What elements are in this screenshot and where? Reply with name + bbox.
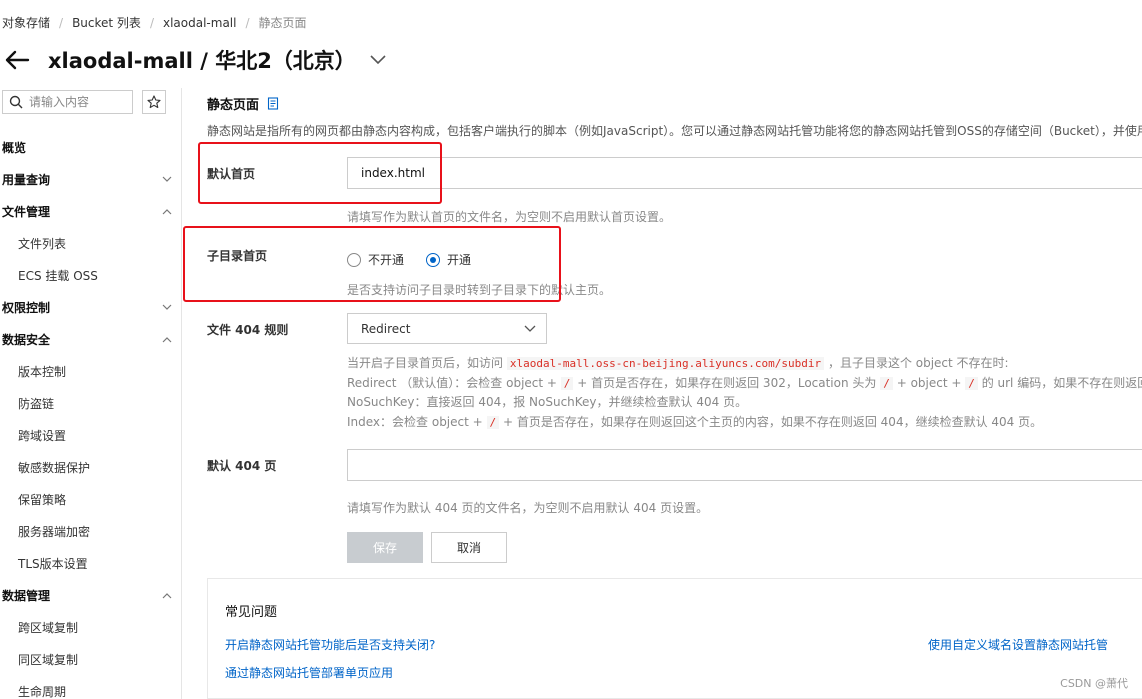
radio-enable[interactable]: 开通 — [426, 251, 471, 268]
default-404-hint: 请填写作为默认 404 页的文件名，为空则不启用默认 404 页设置。 — [347, 501, 709, 515]
sidebar-item-label: 防盗链 — [18, 396, 55, 411]
chevron-down-icon — [162, 176, 172, 182]
breadcrumb-separator: / — [59, 15, 64, 30]
favorite-button[interactable] — [142, 90, 166, 114]
sidebar-item-label: 数据管理 — [2, 588, 51, 603]
faq-title: 常见问题 — [225, 605, 278, 620]
subdir-index-hint: 是否支持访问子目录时转到子目录下的默认主页。 — [347, 283, 612, 297]
sidebar-item-label: 权限控制 — [2, 300, 51, 315]
chevron-up-icon — [162, 208, 172, 214]
breadcrumb-item-bucket[interactable]: xlaodal-mall — [163, 16, 236, 30]
sidebar: 概览用量查询文件管理文件列表 ECS 挂载 OSS 权限控制数据安全版本控制防盗链跨… — [0, 88, 182, 699]
breadcrumb-item-bucket-list[interactable]: Bucket 列表 — [72, 14, 141, 31]
chevron-down-icon — [162, 304, 172, 310]
radio-enable-label: 开通 — [447, 253, 472, 267]
sidebar-nav: 概览用量查询文件管理文件列表 ECS 挂载 OSS 权限控制数据安全版本控制防盗链跨… — [0, 131, 182, 699]
sidebar-item-label: 同区域复制 — [18, 652, 79, 667]
subdir-index-label: 子目录首页 — [207, 249, 268, 263]
file-404-rule-selected: Redirect — [361, 321, 411, 336]
back-arrow-icon[interactable] — [4, 49, 30, 71]
radio-checked-icon — [426, 252, 441, 267]
star-icon — [147, 95, 161, 109]
search-icon — [9, 95, 23, 109]
sidebar-search-input[interactable] — [29, 95, 121, 109]
sidebar-item[interactable]: 数据管理 — [0, 579, 182, 611]
info-line: NoSuchKey：直接返回 404，报 NoSuchKey，并继续检查默认 4… — [347, 395, 748, 409]
info-line: Index：会检查 object + / + 首页是否存在，如果存在则返回这个主… — [347, 414, 1043, 429]
default-404-label: 默认 404 页 — [207, 459, 277, 473]
sidebar-search — [2, 90, 133, 114]
subdir-index-radio-group: 不开通 开通 — [347, 251, 493, 268]
breadcrumb: 对象存储 / Bucket 列表 / xlaodal-mall / 静态页面 — [2, 14, 307, 31]
sidebar-item-label: 生命周期 — [18, 684, 67, 699]
sidebar-item[interactable]: 保留策略 — [0, 483, 182, 515]
url-code: xlaodal-mall.oss-cn-beijing.aliyuncs.com… — [506, 357, 825, 370]
sidebar-item[interactable]: 同区域复制 — [0, 643, 182, 675]
breadcrumb-separator: / — [149, 15, 154, 30]
sidebar-item[interactable]: 防盗链 — [0, 387, 182, 419]
document-icon[interactable] — [267, 97, 279, 110]
sidebar-item[interactable]: 版本控制 — [0, 355, 182, 387]
sidebar-item[interactable]: 数据安全 — [0, 323, 182, 355]
sidebar-item-label: 保留策略 — [18, 492, 67, 507]
sidebar-item[interactable]: ECS 挂载 OSS — [0, 259, 182, 291]
default-index-hint: 请填写作为默认首页的文件名，为空则不启用默认首页设置。 — [347, 210, 672, 224]
faq-panel: 常见问题 开启静态网站托管功能后是否支持关闭? 使用自定义域名设置静态网站托管 … — [207, 578, 1142, 699]
faq-link[interactable]: 开启静态网站托管功能后是否支持关闭? — [225, 636, 435, 653]
chevron-down-icon[interactable] — [370, 55, 386, 65]
sidebar-item[interactable]: 文件列表 — [0, 227, 182, 259]
sidebar-item[interactable]: 生命周期 — [0, 675, 182, 699]
section-title: 静态页面 — [207, 94, 279, 113]
save-button[interactable]: 保存 — [347, 532, 423, 563]
section-description: 静态网站是指所有的网页都由静态内容构成，包括客户端执行的脚本（例如JavaScr… — [207, 124, 1142, 138]
sidebar-item[interactable]: TLS版本设置 — [0, 547, 182, 579]
faq-link[interactable]: 通过静态网站托管部署单页应用 — [225, 664, 393, 681]
radio-circle-icon — [347, 252, 361, 267]
sidebar-item-label: 用量查询 — [2, 172, 51, 187]
breadcrumb-item-oss[interactable]: 对象存储 — [2, 14, 50, 31]
sidebar-item-label: 文件列表 — [18, 236, 67, 251]
breadcrumb-separator: / — [245, 15, 250, 30]
sidebar-item-label: 服务器端加密 — [18, 524, 91, 539]
sidebar-item-label: 数据安全 — [2, 332, 51, 347]
file-404-rule-label: 文件 404 规则 — [207, 323, 289, 337]
sidebar-item[interactable]: 敏感数据保护 — [0, 451, 182, 483]
sidebar-item[interactable]: 用量查询 — [0, 163, 182, 195]
sidebar-item-label: 跨区域复制 — [18, 620, 79, 635]
default-index-input[interactable]: index.html — [347, 157, 1142, 189]
cancel-button[interactable]: 取消 — [431, 532, 507, 563]
sidebar-item[interactable]: 权限控制 — [0, 291, 182, 323]
default-404-input[interactable] — [347, 449, 1142, 481]
sidebar-item[interactable]: 概览 — [0, 131, 182, 163]
info-line: Redirect （默认值）：会检查 object + / + 首页是否存在，如… — [347, 375, 1142, 390]
default-index-label: 默认首页 — [207, 167, 256, 181]
chevron-up-icon — [162, 592, 172, 598]
info-line: 当开启子目录首页后，如访问 xlaodal-mall.oss-cn-beijin… — [347, 356, 1009, 370]
sidebar-item-label: TLS版本设置 — [18, 556, 88, 571]
sidebar-item-label: 跨域设置 — [18, 428, 67, 443]
page-title: xlaodal-mall / 华北2（北京） — [48, 49, 356, 73]
sidebar-item-label: ECS 挂载 OSS — [18, 268, 98, 283]
faq-link[interactable]: 使用自定义域名设置静态网站托管 — [928, 636, 1108, 653]
sidebar-item-label: 概览 — [2, 140, 27, 155]
chevron-up-icon — [162, 336, 172, 342]
section-title-text: 静态页面 — [207, 98, 260, 113]
sidebar-item-label: 敏感数据保护 — [18, 460, 91, 475]
watermark: CSDN @萧代 — [1060, 677, 1128, 690]
sidebar-item[interactable]: 文件管理 — [0, 195, 182, 227]
file-404-rule-info: 当开启子目录首页后，如访问 xlaodal-mall.oss-cn-beijin… — [347, 354, 1142, 432]
radio-disable-label: 不开通 — [368, 253, 405, 267]
sidebar-item[interactable]: 跨区域复制 — [0, 611, 182, 643]
chevron-down-icon — [524, 325, 536, 332]
breadcrumb-item-current: 静态页面 — [258, 16, 307, 30]
sidebar-item-label: 文件管理 — [2, 204, 51, 219]
page-header: xlaodal-mall / 华北2（北京） — [4, 44, 386, 76]
file-404-rule-select[interactable]: Redirect — [347, 313, 547, 344]
sidebar-item-label: 版本控制 — [18, 364, 67, 379]
sidebar-item[interactable]: 服务器端加密 — [0, 515, 182, 547]
radio-disable[interactable]: 不开通 — [347, 251, 404, 268]
sidebar-item[interactable]: 跨域设置 — [0, 419, 182, 451]
